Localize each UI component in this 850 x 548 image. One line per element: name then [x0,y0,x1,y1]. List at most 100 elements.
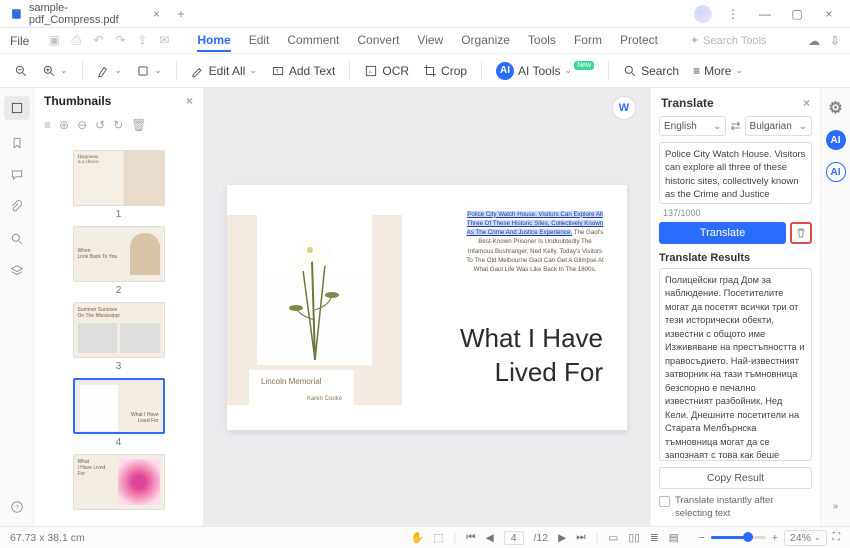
thumbnail-page-5[interactable]: WhatI Have Lived For [44,454,193,510]
last-page-icon[interactable]: ⏭ [576,531,585,544]
tab-comment[interactable]: Comment [287,33,339,48]
kebab-icon[interactable]: ⋮ [722,7,744,21]
page-input[interactable]: 4 [504,531,524,545]
zoom-in-thumb-icon[interactable]: ⊕ [59,118,69,132]
rotate-ccw-icon[interactable]: ↺ [95,118,105,132]
read-mode-icon[interactable]: ▤ [669,532,679,544]
download-icon[interactable]: ⇩ [830,34,840,48]
bookmark-icon[interactable] [8,134,26,152]
document-tab[interactable]: sample-pdf_Compress.pdf × [0,1,170,27]
delete-thumb-icon[interactable]: 🗑 [131,118,146,132]
collapse-icon[interactable]: » [826,496,846,516]
hand-tool-icon[interactable]: ✋ [410,531,423,544]
toolbar: ⌄ ⌄ ⌄ Edit All⌄ TAdd Text AOCR Crop AIAI… [0,54,850,88]
new-badge: New [574,61,594,70]
zoom-slider[interactable] [711,536,766,539]
edit-all-button[interactable]: Edit All⌄ [191,64,257,78]
rotate-cw-icon[interactable]: ↻ [113,118,123,132]
add-tab-button[interactable]: + [170,3,192,25]
zoom-out-button[interactable] [14,64,28,78]
highlight-button[interactable]: ⌄ [97,64,123,78]
next-page-icon[interactable]: ▶ [558,532,566,544]
clear-button[interactable] [790,222,812,244]
crop-button[interactable]: Crop [423,64,467,78]
two-page-icon[interactable]: ▯▯ [628,532,640,544]
comment-icon[interactable] [8,166,26,184]
list-icon[interactable]: ≡ [44,118,51,132]
zoom-out-status-icon[interactable]: − [699,532,705,544]
shape-button[interactable]: ⌄ [136,64,162,78]
instant-translate-option[interactable]: Translate instantly after selecting text [659,495,812,520]
redo-icon[interactable]: ↷ [113,33,127,48]
thumbnails-title: Thumbnails [44,94,111,108]
tab-edit[interactable]: Edit [249,33,270,48]
add-text-button[interactable]: TAdd Text [271,64,335,78]
word-export-icon[interactable]: W [612,96,636,120]
minimize-button[interactable]: — [754,7,776,21]
first-page-icon[interactable]: ⏮ [466,531,475,544]
zoom-level-select[interactable]: 24%⌄ [784,530,827,546]
zoom-out-thumb-icon[interactable]: ⊖ [77,118,87,132]
search-tools[interactable]: ✦ Search Tools [690,34,767,47]
thumbnails-icon[interactable] [4,96,30,120]
thumbnail-page-1[interactable]: Happinessis a choice 1 [44,150,193,220]
mail-icon[interactable]: ✉ [157,33,171,48]
copy-result-button[interactable]: Copy Result [659,467,812,489]
save-icon[interactable]: ▣ [47,33,61,48]
translate-button[interactable]: Translate [659,222,786,244]
result-text-box[interactable]: Полицейски град Дом за наблюдение. Посет… [659,268,812,461]
search-button[interactable]: Search [623,64,679,78]
zoom-in-button[interactable]: ⌄ [42,64,68,78]
search-panel-icon[interactable] [8,230,26,248]
svg-text:A: A [369,69,373,74]
settings-icon[interactable]: ⚙ [826,98,846,118]
tab-tools[interactable]: Tools [528,33,556,48]
ribbon-tabs: Home Edit Comment Convert View Organize … [197,33,658,48]
select-tool-icon[interactable]: ⬚ [434,532,444,544]
cloud-icon[interactable]: ☁ [808,34,820,48]
page-viewport[interactable]: W Lincoln Memorial Karen Cooke Pol [204,88,650,526]
tab-form[interactable]: Form [574,33,602,48]
file-menu[interactable]: File [10,34,29,48]
print-icon[interactable]: ⎙ [69,33,83,48]
menubar: File ▣ ⎙ ↶ ↷ ⇪ ✉ Home Edit Comment Conve… [0,28,850,54]
target-language-select[interactable]: Bulgarian [745,116,812,136]
thumbnail-page-4[interactable]: What I HaveLived For 4 [44,378,193,448]
help-icon[interactable]: ? [8,498,26,516]
layers-icon[interactable] [8,262,26,280]
tab-protect[interactable]: Protect [620,33,658,48]
instant-checkbox[interactable] [659,496,670,507]
continuous-icon[interactable]: ≣ [650,532,659,544]
menubar-right-icons: ☁ ⇩ [808,34,840,48]
tab-view[interactable]: View [417,33,443,48]
ai-assistant-icon[interactable]: AI [826,130,846,150]
source-language-select[interactable]: English [659,116,726,136]
attachment-icon[interactable] [8,198,26,216]
share-icon[interactable]: ⇪ [135,33,149,48]
tab-organize[interactable]: Organize [461,33,510,48]
prev-page-icon[interactable]: ◀ [486,532,494,544]
translate-panel: Translate × English ⇄ Bulgarian Police C… [650,88,820,526]
source-text-box[interactable]: Police City Watch House. Visitors can ex… [659,142,812,204]
pdf-icon [10,7,23,21]
close-window-button[interactable]: × [818,7,840,21]
more-button[interactable]: ≡More⌄ [693,64,743,78]
tab-home[interactable]: Home [197,33,230,52]
maximize-button[interactable]: ▢ [786,7,808,21]
undo-icon[interactable]: ↶ [91,33,105,48]
tab-convert[interactable]: Convert [357,33,399,48]
ocr-button[interactable]: AOCR [364,64,409,78]
close-thumbnails-icon[interactable]: × [186,94,193,108]
page-caption: Lincoln Memorial Karen Cooke [249,370,354,408]
close-translate-icon[interactable]: × [803,96,810,110]
ai-alt-icon[interactable]: AI [826,162,846,182]
fullscreen-icon[interactable]: ⛶ [833,531,840,544]
zoom-in-status-icon[interactable]: + [772,532,778,544]
page-body-text[interactable]: Police City Watch House. Visitors Can Ex… [465,210,605,275]
swap-languages-icon[interactable]: ⇄ [730,119,740,133]
thumbnail-page-2[interactable]: WhenLook Back To You 2 [44,226,193,296]
ai-tools-button[interactable]: AIAI Tools⌄New [496,62,594,80]
thumbnail-page-3[interactable]: Summer SunrisesOn The Mississippi 3 [44,302,193,372]
single-page-icon[interactable]: ▭ [608,532,618,544]
close-tab-icon[interactable]: × [153,7,160,21]
